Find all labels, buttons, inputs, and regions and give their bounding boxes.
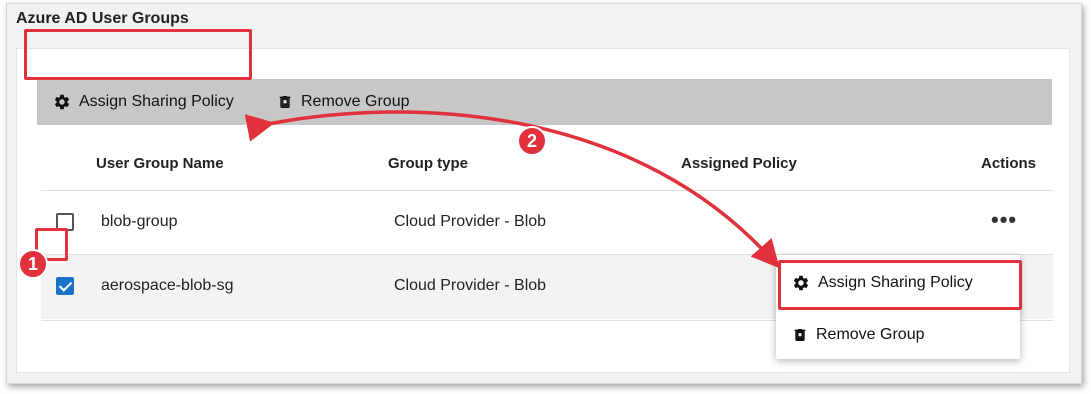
trash-icon <box>279 96 291 108</box>
remove-group-label: Remove Group <box>301 93 410 110</box>
column-header-user-group-name[interactable]: User Group Name <box>96 155 224 172</box>
row-actions-menu-button[interactable]: ••• <box>991 207 1017 233</box>
remove-group-button[interactable]: Remove Group <box>277 79 410 125</box>
column-header-actions: Actions <box>981 155 1037 172</box>
column-header-assigned-policy[interactable]: Assigned Policy <box>681 155 797 172</box>
highlight-box-toolbar-assign <box>24 29 252 80</box>
menu-item-label: Remove Group <box>816 326 925 343</box>
trash-icon <box>794 329 806 341</box>
step-badge-2: 2 <box>517 126 547 156</box>
highlight-box-menu-assign <box>778 260 1022 310</box>
table-row[interactable]: blob-group Cloud Provider - Blob ••• <box>41 191 1053 255</box>
user-group-name-cell: aerospace-blob-sg <box>101 277 234 294</box>
assign-sharing-policy-label: Assign Sharing Policy <box>79 93 234 110</box>
menu-item-remove-group[interactable]: Remove Group <box>776 311 1020 359</box>
assign-sharing-policy-button[interactable]: Assign Sharing Policy <box>53 79 234 125</box>
row-checkbox-checked[interactable] <box>56 277 74 295</box>
column-header-group-type[interactable]: Group type <box>388 155 468 172</box>
step-badge-1: 1 <box>18 249 48 279</box>
gear-icon <box>54 94 70 110</box>
group-type-cell: Cloud Provider - Blob <box>394 213 547 230</box>
toolbar: Assign Sharing Policy Remove Group <box>37 79 1052 125</box>
user-group-name-cell: blob-group <box>101 213 178 230</box>
panel-title: Azure AD User Groups <box>16 10 189 27</box>
group-type-cell: Cloud Provider - Blob <box>394 277 547 294</box>
